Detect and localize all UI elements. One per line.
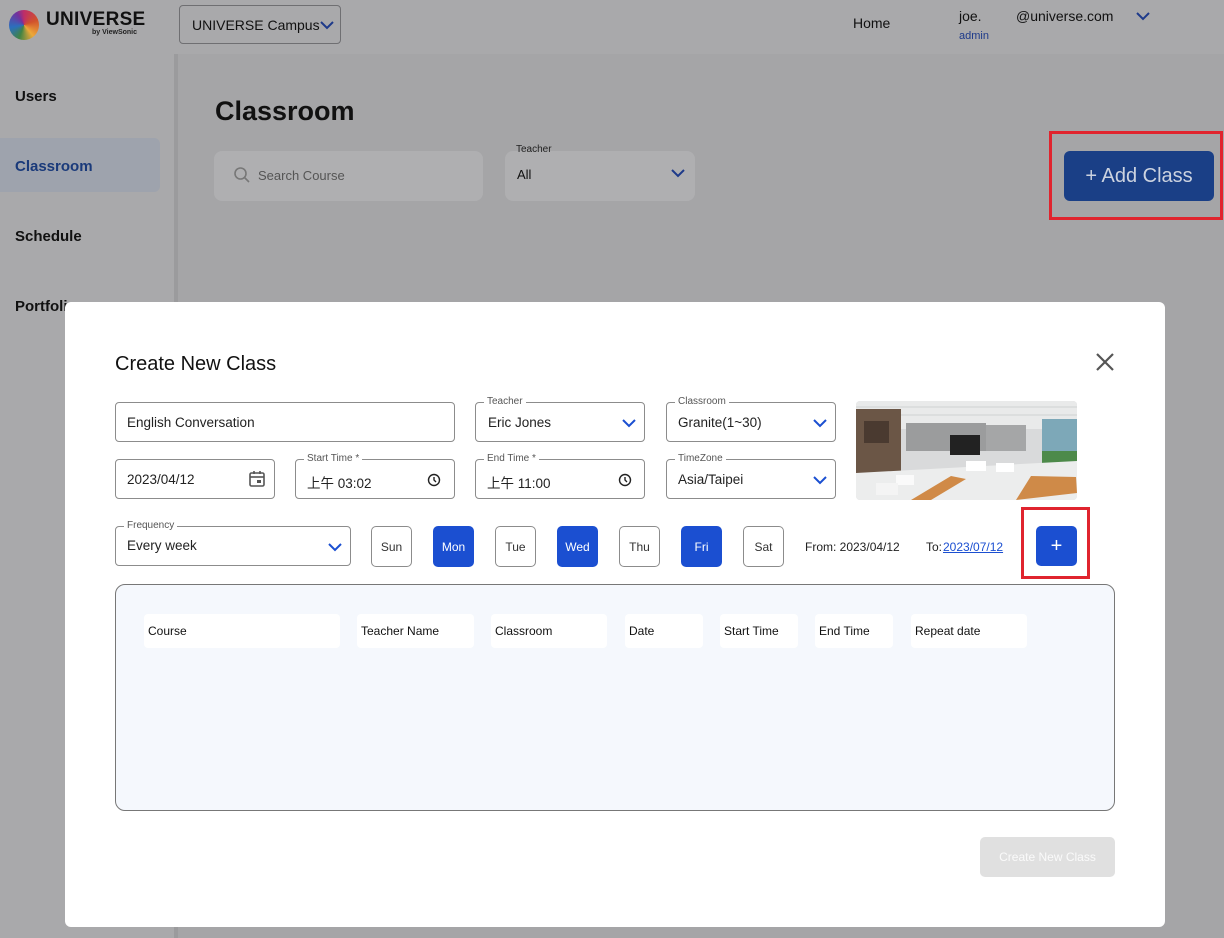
logo-text: UNIVERSE [46,9,146,30]
user-name: joe. [959,8,982,24]
teacher-label: Teacher [484,396,526,408]
highlight-box [1049,131,1223,220]
from-date-text: From: 2023/04/12 [805,540,900,554]
clock-icon[interactable] [618,473,632,487]
close-icon[interactable] [1093,350,1117,374]
table-header-start-time: Start Time [720,614,798,648]
day-toggle-tue[interactable]: Tue [495,526,536,567]
table-header-classroom: Classroom [491,614,607,648]
course-name-input[interactable]: English Conversation [115,402,455,442]
classroom-value: Granite(1~30) [678,415,762,430]
chevron-down-icon [328,543,342,552]
top-bar: UNIVERSE by ViewSonic UNIVERSE Campus Ho… [0,0,1224,54]
end-time-input[interactable]: End Time * 上午 11:00 [475,453,645,499]
sidebar-item-users[interactable]: Users [15,88,57,105]
frequency-select[interactable]: Frequency Every week [115,520,351,566]
day-toggle-sun[interactable]: Sun [371,526,412,567]
date-value: 2023/04/12 [127,472,195,487]
user-email: @universe.com [1016,8,1114,24]
chevron-down-icon [813,419,827,428]
clock-icon[interactable] [427,473,441,487]
course-name-value: English Conversation [127,415,255,430]
start-time-input[interactable]: Start Time * 上午 03:02 [295,453,455,499]
search-course-input[interactable]: Search Course [214,151,483,201]
teacher-value: Eric Jones [488,415,552,430]
universe-logo[interactable]: UNIVERSE by ViewSonic [9,8,149,42]
classroom-select[interactable]: Classroom Granite(1~30) [666,396,836,442]
schedule-table: Course Teacher Name Classroom Date Start… [115,584,1115,811]
table-header-course: Course [144,614,340,648]
sidebar-item-classroom[interactable]: Classroom [15,158,93,175]
frequency-label: Frequency [124,520,178,532]
start-time-label: Start Time * [304,453,363,465]
teacher-select[interactable]: Teacher Eric Jones [475,396,645,442]
day-toggle-mon[interactable]: Mon [433,526,474,567]
sidebar-item-schedule[interactable]: Schedule [15,228,82,245]
search-icon [234,167,250,183]
table-header-end-time: End Time [815,614,893,648]
to-date-link[interactable]: 2023/07/12 [943,540,1003,554]
create-new-class-button[interactable]: Create New Class [980,837,1115,877]
table-header-date: Date [625,614,703,648]
chevron-down-icon [671,169,685,178]
frequency-value: Every week [127,538,197,553]
nav-home-link[interactable]: Home [853,15,890,31]
classroom-preview-image [856,401,1077,500]
day-toggle-wed[interactable]: Wed [557,526,598,567]
end-time-value: 上午 11:00 [487,476,551,491]
logo-mark-icon [9,10,39,40]
classroom-label: Classroom [675,396,729,408]
search-placeholder: Search Course [258,168,345,183]
end-time-label: End Time * [484,453,539,465]
teacher-filter-label: Teacher [516,144,552,155]
calendar-icon[interactable] [248,470,266,488]
chevron-down-icon [320,21,334,30]
date-input[interactable]: 2023/04/12 [115,459,275,499]
campus-select[interactable]: UNIVERSE Campus [179,5,341,44]
timezone-select[interactable]: TimeZone Asia/Taipei [666,453,836,499]
page-title: Classroom [215,96,355,126]
table-header-teacher-name: Teacher Name [357,614,474,648]
timezone-label: TimeZone [675,453,726,465]
day-toggle-fri[interactable]: Fri [681,526,722,567]
logo-subtext: by ViewSonic [92,29,137,36]
dialog-title: Create New Class [115,353,277,375]
user-menu-chevron-icon[interactable] [1136,11,1150,21]
teacher-filter-select[interactable]: Teacher All [505,144,695,201]
chevron-down-icon [813,476,827,485]
campus-select-value: UNIVERSE Campus [192,17,320,33]
highlight-box [1021,507,1090,579]
table-header-repeat-date: Repeat date [911,614,1027,648]
to-date-label: To: [926,540,943,554]
create-class-dialog: Create New Class English Conversation Te… [65,302,1165,927]
day-toggle-thu[interactable]: Thu [619,526,660,567]
day-toggle-sat[interactable]: Sat [743,526,784,567]
user-role: admin [959,30,989,42]
timezone-value: Asia/Taipei [678,472,744,487]
start-time-value: 上午 03:02 [307,476,372,491]
teacher-filter-value: All [517,167,532,182]
chevron-down-icon [622,419,636,428]
